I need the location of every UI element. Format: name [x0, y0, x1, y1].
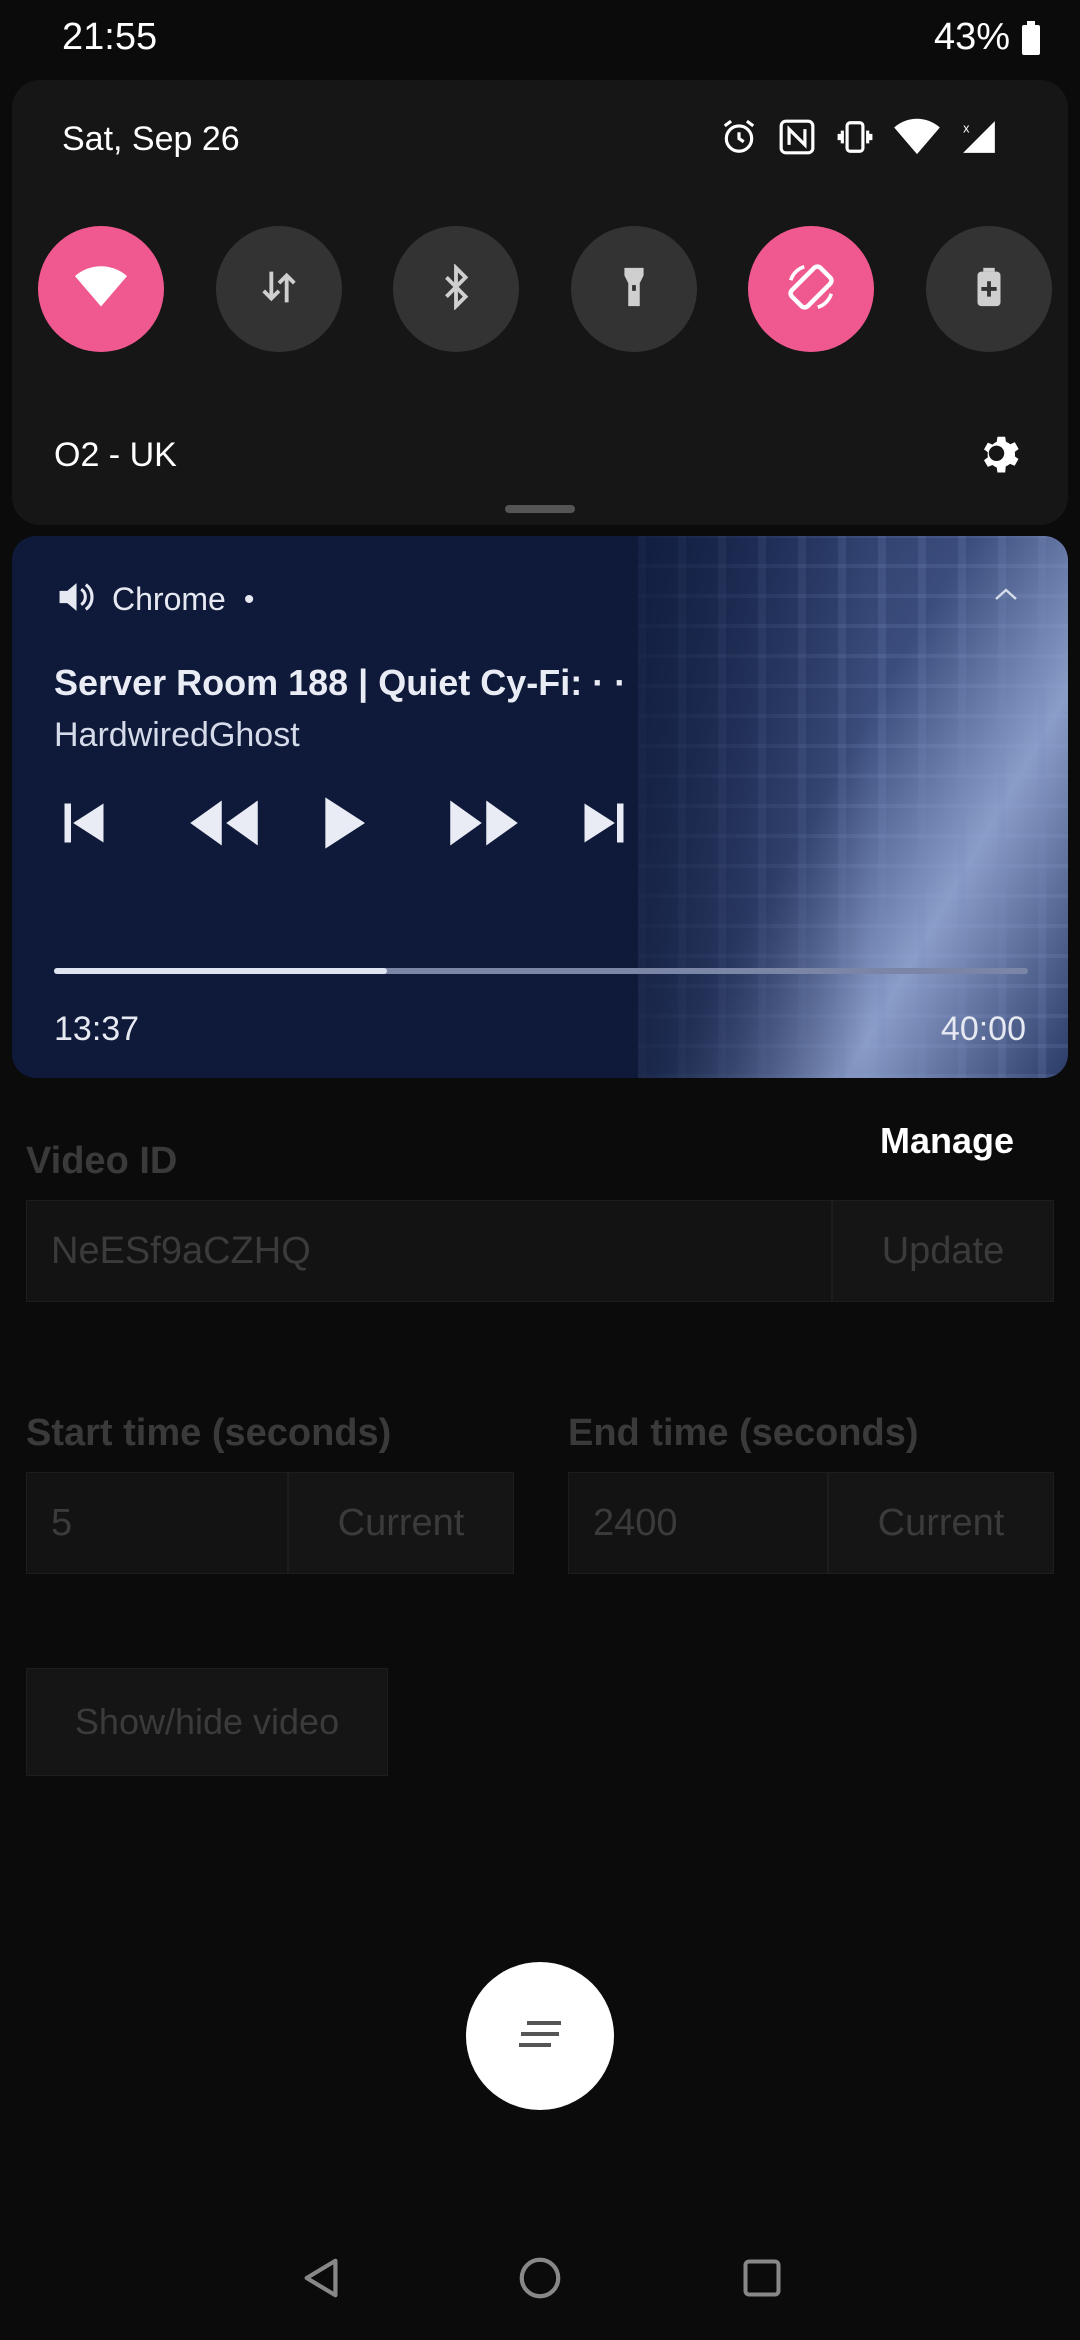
vibrate-icon	[836, 118, 874, 156]
play-icon	[318, 795, 370, 856]
play-button[interactable]	[318, 792, 448, 858]
back-button[interactable]	[292, 2250, 352, 2310]
media-header: Chrome •	[56, 580, 254, 619]
video-id-input[interactable]: NeESf9aCZHQ	[26, 1200, 832, 1302]
svg-text:x: x	[963, 121, 970, 135]
start-time-input[interactable]: 5	[26, 1472, 288, 1574]
status-bar: 21:55 43%	[0, 0, 1080, 80]
tile-battery-saver[interactable]	[925, 226, 1052, 352]
skip-previous-icon	[58, 797, 110, 854]
media-notification[interactable]: Chrome • Server Room 188 | Quiet Cy-Fi: …	[12, 536, 1068, 1078]
skip-next-button[interactable]	[578, 792, 708, 858]
update-button[interactable]: Update	[832, 1200, 1054, 1302]
chevron-up-icon[interactable]	[994, 586, 1018, 607]
auto-rotate-icon	[784, 260, 838, 319]
settings-gear-icon[interactable]	[978, 432, 1022, 481]
home-icon	[517, 2255, 563, 2306]
nfc-icon	[778, 118, 816, 156]
battery-percent: 43%	[933, 16, 1010, 58]
media-controls	[58, 792, 708, 858]
status-time: 21:55	[62, 16, 158, 58]
end-time-input[interactable]: 2400	[568, 1472, 828, 1574]
recents-button[interactable]	[732, 2250, 792, 2310]
mobile-data-icon	[256, 264, 302, 315]
recents-icon	[740, 2256, 784, 2305]
rewind-icon	[188, 797, 260, 854]
drag-handle[interactable]	[505, 505, 575, 513]
start-time-label: Start time (seconds)	[26, 1412, 392, 1454]
tile-wifi[interactable]	[38, 226, 164, 352]
qs-tiles	[38, 226, 1052, 352]
tile-flashlight[interactable]	[570, 226, 697, 352]
wifi-status-icon	[894, 118, 940, 156]
quick-settings-panel: Sat, Sep 26 x O2 - UK	[12, 80, 1068, 525]
separator-dot: •	[243, 582, 255, 616]
end-current-button[interactable]: Current	[828, 1472, 1054, 1574]
skip-previous-button[interactable]	[58, 792, 188, 858]
bluetooth-icon	[433, 262, 479, 315]
qs-date[interactable]: Sat, Sep 26	[62, 120, 240, 159]
cell-signal-icon: x	[960, 118, 998, 156]
carrier-label: O2 - UK	[54, 436, 177, 474]
status-right: 43%	[934, 16, 1040, 59]
manage-notifications-button[interactable]: Manage	[880, 1120, 1014, 1162]
fast-forward-icon	[448, 797, 520, 854]
battery-icon	[1022, 20, 1040, 55]
navigation-bar	[0, 2220, 1080, 2340]
start-current-button[interactable]: Current	[288, 1472, 514, 1574]
media-artist: HardwiredGhost	[54, 716, 300, 754]
skip-next-icon	[578, 797, 630, 854]
tile-mobile-data[interactable]	[215, 226, 342, 352]
back-icon	[299, 2255, 345, 2306]
wifi-icon	[75, 265, 127, 314]
end-time-label: End time (seconds)	[568, 1412, 919, 1454]
menu-fab[interactable]	[466, 1962, 614, 2110]
home-button[interactable]	[510, 2250, 570, 2310]
media-title: Server Room 188 | Quiet Cy-Fi: · ·	[54, 662, 627, 703]
rewind-button[interactable]	[188, 792, 318, 858]
video-id-label: Video ID	[26, 1140, 178, 1182]
speaker-icon	[56, 580, 94, 619]
media-seekbar-fill	[54, 968, 388, 974]
fast-forward-button[interactable]	[448, 792, 578, 858]
show-hide-video-button[interactable]: Show/hide video	[26, 1668, 388, 1776]
media-app-name: Chrome	[112, 581, 226, 617]
media-elapsed-time: 13:37	[54, 1010, 140, 1048]
battery-saver-icon	[966, 264, 1012, 315]
media-seekbar[interactable]	[54, 968, 1028, 974]
system-status-icons: x	[720, 118, 998, 156]
flashlight-icon	[611, 264, 657, 315]
tile-auto-rotate[interactable]	[748, 226, 875, 352]
alarm-icon	[720, 118, 758, 156]
lines-icon	[515, 2019, 565, 2054]
tile-bluetooth[interactable]	[393, 226, 520, 352]
media-total-time: 40:00	[940, 1010, 1026, 1048]
